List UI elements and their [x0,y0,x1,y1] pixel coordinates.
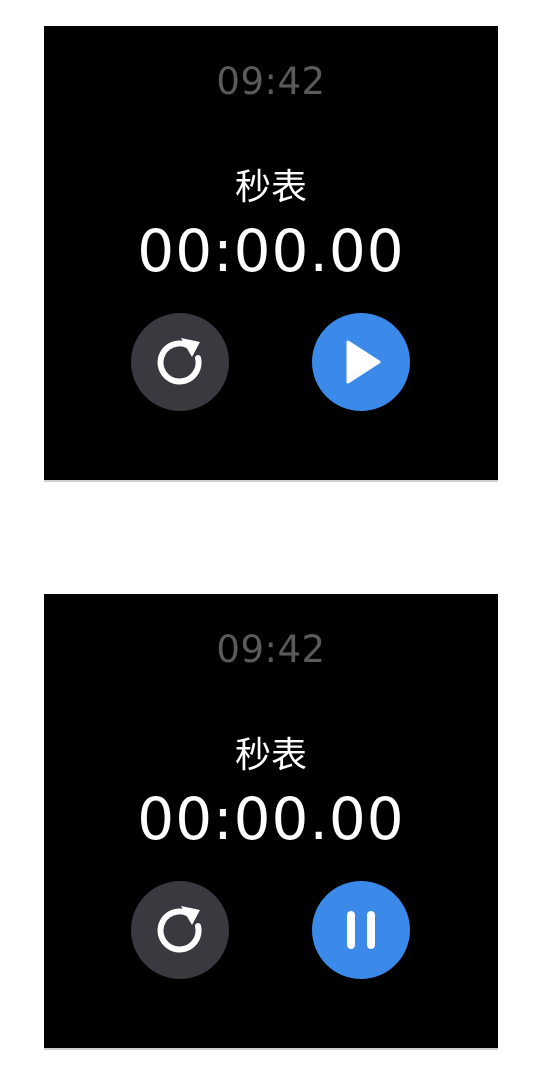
reset-icon [148,330,212,394]
app-title: 秒表 [234,735,307,776]
stopwatch-time-display: 00:00.00 [137,785,405,853]
pause-icon [331,900,391,960]
stopwatch-screen-running: 09:42 秒表 00:00.00 [44,594,498,1049]
reset-icon [148,898,212,962]
divider [44,480,498,482]
reset-button[interactable] [131,313,229,411]
reset-button[interactable] [131,881,229,979]
status-clock: 09:42 [216,60,326,103]
pause-button[interactable] [312,881,410,979]
start-button[interactable] [312,313,410,411]
divider [44,1048,498,1050]
app-title: 秒表 [234,167,307,208]
stopwatch-screen-stopped: 09:42 秒表 00:00.00 [44,26,498,481]
play-icon [331,332,391,392]
stopwatch-time-display: 00:00.00 [137,217,405,285]
status-clock: 09:42 [216,628,326,671]
